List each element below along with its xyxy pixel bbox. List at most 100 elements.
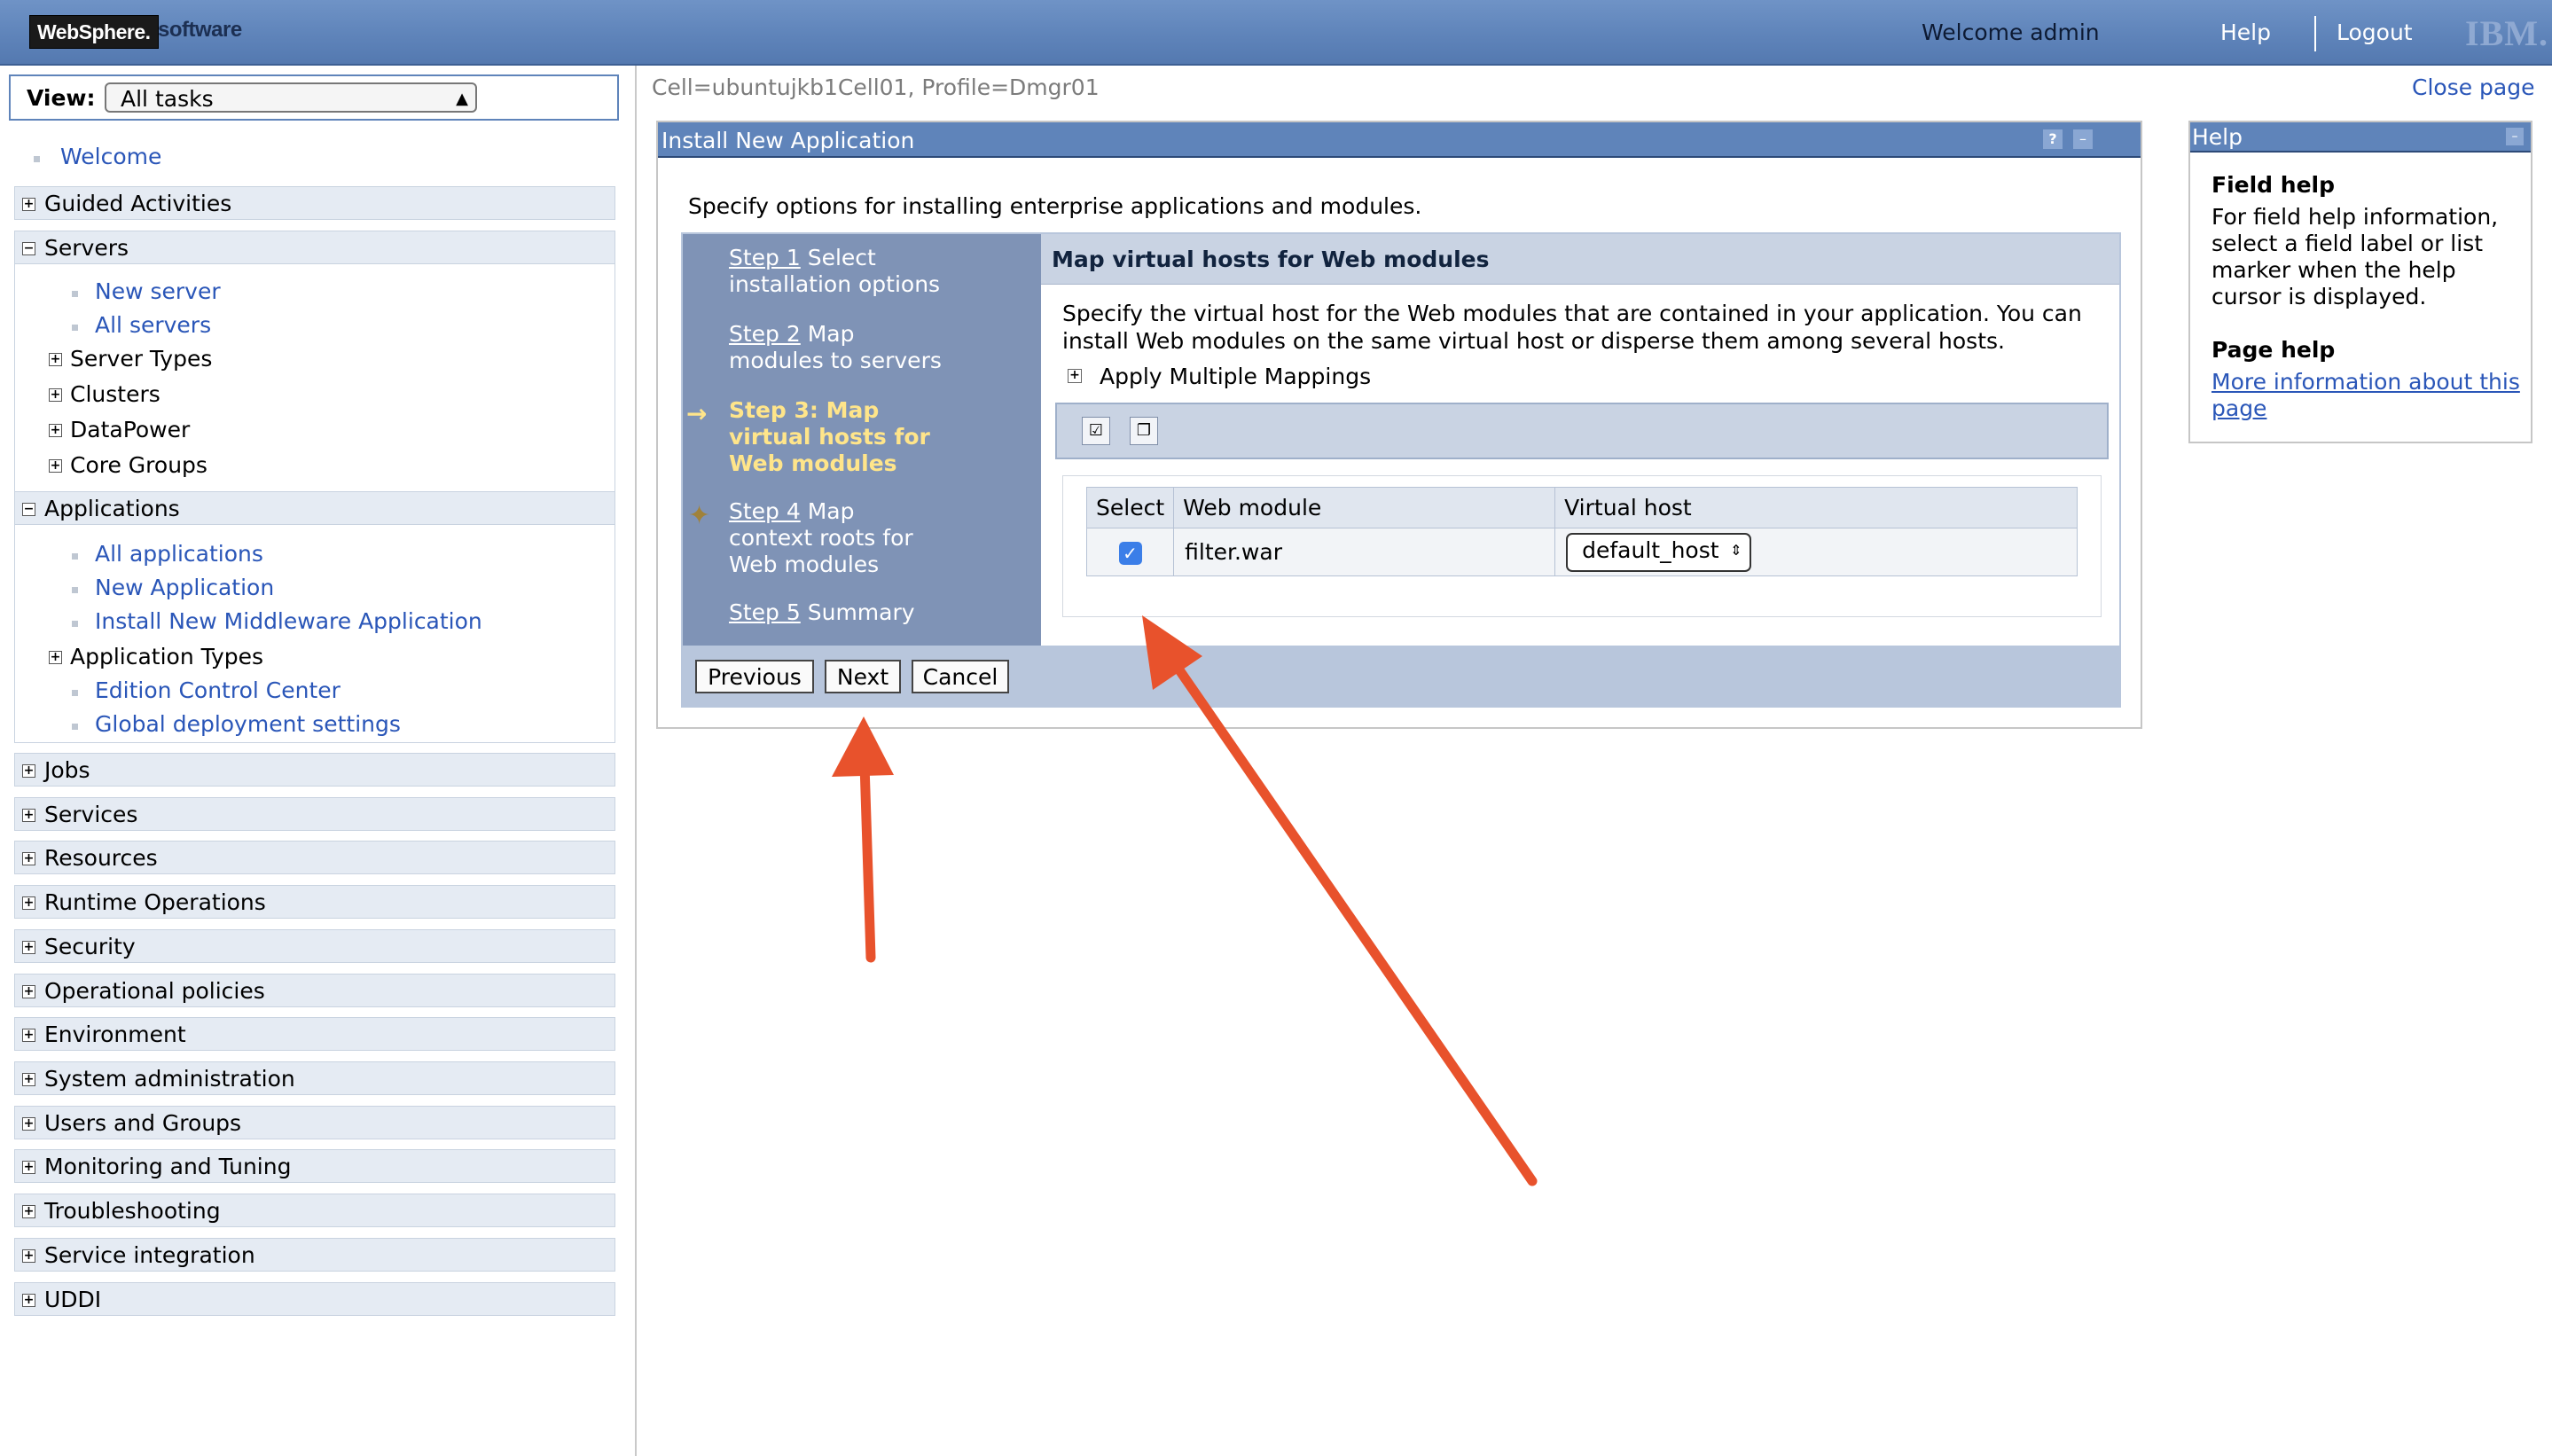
nav-category-label: Guided Activities [44, 191, 232, 216]
view-label: View: [27, 85, 96, 111]
nav-category-services[interactable]: + Services [14, 797, 615, 831]
nav-category-label: Resources [44, 845, 158, 871]
table-header-row: Select Web module Virtual host [1085, 487, 2078, 528]
wizard-step-4[interactable]: Step 4 Map context roots for Web modules [729, 498, 913, 578]
required-step-star-icon: ✦ [688, 500, 711, 531]
bullet-icon [72, 621, 78, 627]
expand-icon: + [22, 984, 35, 998]
nav-category-system-administration[interactable]: + System administration [14, 1061, 615, 1095]
wizard-step-2[interactable]: Step 2 Map modules to servers [729, 321, 942, 374]
install-wizard: Step 1 Select installation options Step … [681, 232, 2121, 708]
wizard-step-5[interactable]: Step 5 Summary [729, 599, 915, 626]
nav-category-applications[interactable]: − Applications [14, 491, 615, 525]
nav-category-label: Operational policies [44, 978, 265, 1004]
nav-global-deployment-link[interactable]: Global deployment settings [95, 711, 401, 737]
nav-category-runtime-operations[interactable]: + Runtime Operations [14, 885, 615, 919]
nav-category-label: Services [44, 802, 138, 827]
virtual-host-select[interactable]: default_host ⇕ [1566, 532, 1751, 572]
field-help-heading: Field help [2211, 172, 2335, 198]
column-header-select: Select [1085, 487, 1175, 528]
step-text: context roots for [729, 525, 913, 551]
table-row: ✓ filter.war default_host ⇕ [1085, 528, 2078, 576]
nav-category-uddi[interactable]: + UDDI [14, 1282, 615, 1316]
nav-new-server-link[interactable]: New server [95, 278, 221, 304]
logout-link[interactable]: Logout [2337, 20, 2413, 45]
expand-icon: + [22, 1293, 35, 1307]
select-cell: ✓ [1085, 528, 1175, 576]
step-text: Select [800, 245, 876, 270]
nav-category-monitoring-and-tuning[interactable]: + Monitoring and Tuning [14, 1149, 615, 1183]
ibm-logo: IBM. [2465, 13, 2548, 53]
nav-core-groups[interactable]: Core Groups [70, 452, 207, 478]
help-icon[interactable]: ? [2043, 129, 2063, 149]
step-link[interactable]: Step 1 [729, 245, 801, 270]
nav-category-service-integration[interactable]: + Service integration [14, 1238, 615, 1272]
deselect-all-icon[interactable]: ❐ [1130, 417, 1158, 445]
step-text: Web modules [729, 552, 880, 577]
help-link[interactable]: Help [2220, 20, 2271, 45]
nav-category-jobs[interactable]: + Jobs [14, 753, 615, 787]
expand-icon: + [22, 1204, 35, 1218]
mapping-table: Select Web module Virtual host ✓ filter.… [1085, 487, 2078, 576]
wizard-step-1[interactable]: Step 1 Select installation options [729, 245, 940, 298]
cancel-button[interactable]: Cancel [912, 660, 1009, 693]
minimize-icon[interactable]: – [2073, 129, 2093, 149]
nav-welcome-link[interactable]: Welcome [60, 144, 161, 169]
table-toolbar: ☑ ❐ [1055, 403, 2109, 459]
select-arrows-icon: ▲ [456, 90, 468, 108]
step-text: virtual hosts for [729, 424, 930, 450]
close-page-link[interactable]: Close page [2412, 74, 2535, 100]
expand-icon: + [22, 197, 35, 211]
collapse-icon: − [22, 502, 35, 516]
nav-category-servers[interactable]: − Servers [14, 231, 615, 264]
next-button[interactable]: Next [825, 660, 901, 693]
applications-subtree: All applications New Application Install… [14, 524, 615, 743]
previous-button[interactable]: Previous [695, 660, 814, 693]
bullet-icon [34, 156, 40, 162]
help-titlebar: Help – [2190, 122, 2531, 153]
select-all-icon[interactable]: ☑ [1082, 417, 1110, 445]
expand-icon: + [22, 940, 35, 954]
step-text: Web modules [729, 450, 897, 476]
step-heading: Map virtual hosts for Web modules [1052, 247, 1490, 272]
nav-category-label: Service integration [44, 1242, 255, 1268]
nav-edition-control-link[interactable]: Edition Control Center [95, 677, 341, 703]
bullet-icon [72, 587, 78, 593]
nav-all-applications-link[interactable]: All applications [95, 541, 263, 567]
nav-all-servers-link[interactable]: All servers [95, 312, 211, 338]
step-link[interactable]: Step 2 [729, 321, 801, 347]
nav-category-security[interactable]: + Security [14, 929, 615, 963]
row-select-checkbox[interactable]: ✓ [1118, 542, 1142, 565]
nav-category-environment[interactable]: + Environment [14, 1017, 615, 1051]
step-link[interactable]: Step 4 [729, 498, 801, 524]
step-link[interactable]: Step 5 [729, 599, 801, 625]
nav-category-users-and-groups[interactable]: + Users and Groups [14, 1106, 615, 1139]
nav-category-operational-policies[interactable]: + Operational policies [14, 974, 615, 1007]
expand-icon: + [49, 387, 62, 402]
nav-category-resources[interactable]: + Resources [14, 841, 615, 874]
top-banner: WebSphere. software Welcome admin Help L… [0, 0, 2552, 66]
nav-install-middleware-link[interactable]: Install New Middleware Application [95, 608, 482, 634]
nav-new-application-link[interactable]: New Application [95, 575, 274, 600]
page-help-link[interactable]: More information about this page [2211, 369, 2522, 422]
nav-server-types[interactable]: Server Types [70, 346, 212, 372]
nav-application-types[interactable]: Application Types [70, 644, 263, 669]
minimize-icon[interactable]: – [2506, 128, 2524, 145]
wizard-step-3-current: Step 3: Map virtual hosts for Web module… [729, 397, 930, 477]
nav-datapower[interactable]: DataPower [70, 417, 190, 442]
view-select[interactable]: All tasks ▲ [105, 82, 477, 113]
nav-category-label: Applications [44, 496, 180, 521]
nav-category-label: Servers [44, 235, 129, 261]
navigation-tree: View: All tasks ▲ Welcome + Guided Activ… [0, 66, 631, 1456]
step-text: modules to servers [729, 348, 942, 373]
annotation-arrow-to-next [832, 716, 894, 963]
nav-category-label: Users and Groups [44, 1110, 242, 1136]
websphere-logo: WebSphere. [29, 15, 159, 49]
nav-clusters[interactable]: Clusters [70, 381, 160, 407]
expand-icon: + [22, 763, 35, 778]
nav-category-troubleshooting[interactable]: + Troubleshooting [14, 1194, 615, 1227]
virtual-host-cell: default_host ⇕ [1554, 528, 2078, 576]
nav-category-guided-activities[interactable]: + Guided Activities [14, 186, 615, 220]
help-title: Help [2192, 124, 2243, 150]
step-text: Step 3: Map [729, 397, 880, 423]
